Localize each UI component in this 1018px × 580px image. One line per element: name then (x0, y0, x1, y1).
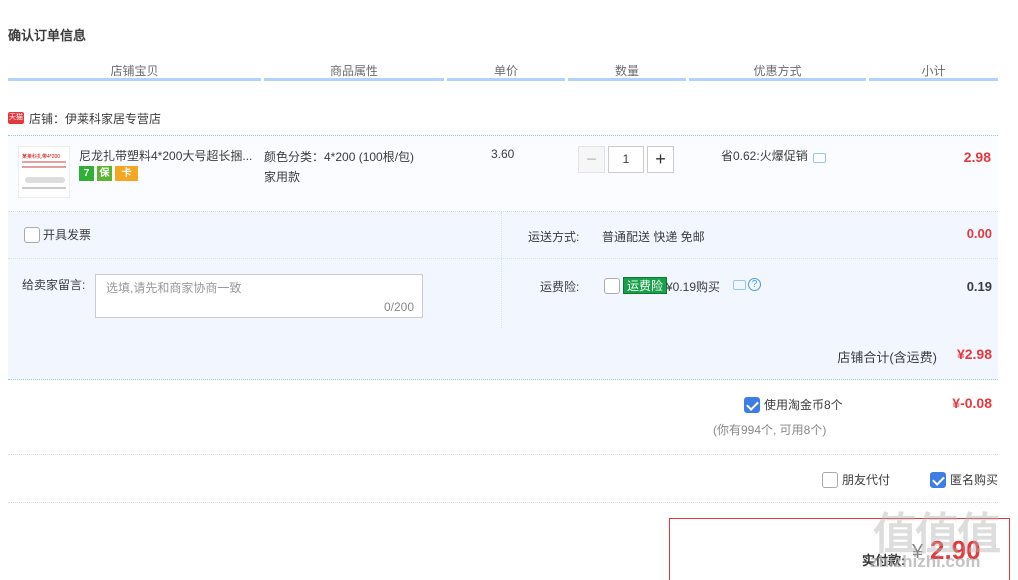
anonymous-option[interactable]: 匿名购买 (930, 471, 998, 488)
divider (8, 502, 998, 503)
header-qty: 数量 (568, 62, 686, 81)
promotion-text: 省0.62:火爆促销 (721, 149, 808, 163)
shop-total: 店铺合计(含运费) ¥2.98 (8, 328, 998, 380)
service-badges: 7 保 卡 (79, 166, 138, 181)
seven-day-return-icon: 7 (79, 166, 94, 181)
page-title: 确认订单信息 (8, 28, 87, 43)
guarantee-icon: 保 (97, 166, 112, 181)
anonymous-label: 匿名购买 (950, 473, 999, 487)
product-title[interactable]: 尼龙扎带塑料4*200大号超长捆... (79, 147, 261, 164)
unit-price: 3.60 (491, 147, 515, 161)
order-options: 开具发票 运送方式: 普通配送 快递 免邮 0.00 给卖家留言: 0/200 … (8, 212, 998, 328)
promotion: 省0.62:火爆促销 (721, 147, 826, 164)
decrease-button[interactable]: − (578, 146, 605, 173)
anonymous-checkbox[interactable] (930, 471, 946, 488)
friend-pay-option[interactable]: 朋友代付 (822, 471, 890, 488)
attr-type: 家用款 (264, 170, 301, 184)
tmall-icon: 天猫 (8, 112, 24, 124)
message-icon[interactable] (733, 279, 746, 290)
insurance-tag: 运费险 (623, 277, 668, 294)
shop-total-label: 店铺合计(含运费) (837, 350, 937, 365)
watermark-url: zhizhizhi.com (870, 552, 981, 571)
shipping-method: 普通配送 快递 免邮 (602, 230, 705, 244)
coin-label: 使用淘金币8个 (764, 398, 843, 412)
attr-color: 颜色分类：4*200 (100根/包) (264, 150, 415, 164)
divider (8, 454, 998, 455)
quantity-stepper: − 1 + (578, 146, 674, 173)
coin-checkbox[interactable] (744, 396, 760, 413)
header-promo: 优惠方式 (689, 62, 866, 81)
message-icon[interactable] (812, 152, 826, 163)
shipping-cost: 0.00 (966, 226, 992, 241)
thumbnail-caption: 某莱科扎带4*200 (22, 154, 61, 160)
shipping-label: 运送方式: (528, 230, 580, 244)
invoice-option[interactable]: 开具发票 (24, 226, 91, 243)
shop-total-amount: ¥2.98 (956, 346, 992, 362)
product-attributes: 颜色分类：4*200 (100根/包) 家用款 (264, 147, 414, 187)
item-subtotal: 2.98 (963, 149, 991, 165)
product-thumbnail[interactable]: 某莱科扎带4*200 (18, 146, 70, 198)
invoice-checkbox[interactable] (24, 226, 40, 243)
shop-name[interactable]: 店铺：伊莱科家居专营店 (29, 110, 161, 127)
header-attr: 商品属性 (264, 62, 444, 81)
char-counter: 0/200 (383, 300, 414, 314)
seller-note-field[interactable]: 0/200 (95, 274, 423, 318)
order-item: 某莱科扎带4*200 尼龙扎带塑料4*200大号超长捆... 7 保 卡 颜色分… (8, 136, 998, 212)
insurance-checkbox[interactable] (604, 278, 620, 294)
quantity-input[interactable]: 1 (608, 146, 644, 173)
credit-card-icon: 卡 (115, 166, 138, 181)
header-subtotal: 小计 (869, 62, 998, 81)
header-price: 单价 (447, 62, 565, 81)
insurance-label: 运费险: (540, 280, 580, 294)
seller-note-input[interactable] (106, 281, 406, 295)
seller-note-label: 给卖家留言: (22, 278, 86, 292)
insurance-help: ? (733, 278, 761, 291)
shop-row: 天猫 店铺：伊莱科家居专营店 (8, 108, 161, 128)
insurance-price: ¥0.19购买 (666, 280, 721, 294)
invoice-label: 开具发票 (43, 228, 92, 242)
header-item: 店铺宝贝 (8, 62, 261, 81)
table-header: 店铺宝贝 商品属性 单价 数量 优惠方式 小计 (8, 62, 998, 84)
coin-option[interactable]: 使用淘金币8个 (744, 396, 843, 413)
help-icon[interactable]: ? (748, 278, 761, 291)
increase-button[interactable]: + (647, 146, 674, 173)
friend-pay-label: 朋友代付 (842, 473, 891, 487)
friend-pay-checkbox[interactable] (822, 471, 838, 488)
coin-balance: (你有994个, 可用8个) (713, 423, 827, 437)
coin-discount: ¥-0.08 (952, 395, 992, 411)
insurance-cost: 0.19 (966, 279, 992, 294)
